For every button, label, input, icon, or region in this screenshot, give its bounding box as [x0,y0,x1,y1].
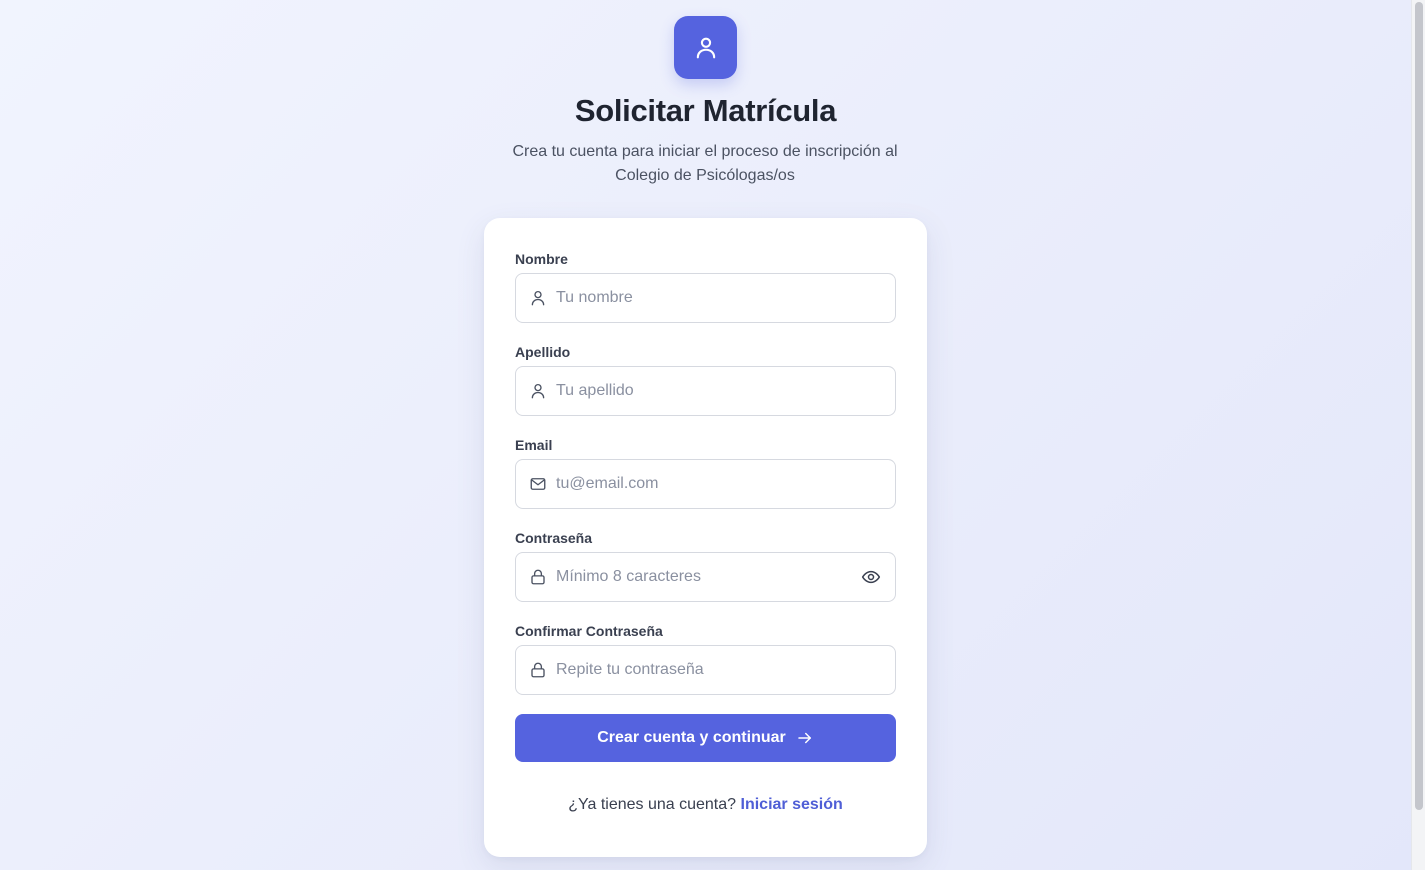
lock-icon [528,567,548,587]
last-name-label: Apellido [515,344,571,360]
create-account-button-label: Crear cuenta y continuar [597,729,786,746]
confirm-password-label: Confirmar Contraseña [515,623,663,639]
vertical-scrollbar[interactable] [1411,0,1425,870]
user-icon [528,288,548,308]
scrollbar-thumb[interactable] [1415,2,1423,810]
last-name-input[interactable] [556,367,895,415]
first-name-input[interactable] [556,274,895,322]
page-subtitle: Crea tu cuenta para iniciar el proceso d… [512,143,898,184]
email-field[interactable] [515,459,896,509]
first-name-label: Nombre [515,251,568,267]
page: Solicitar Matrícula Crea tu cuenta para … [0,0,1411,870]
app-logo [674,16,737,79]
page-title: Solicitar Matrícula [574,93,837,128]
first-name-field[interactable] [515,273,896,323]
arrow-right-icon [798,732,811,744]
create-account-button[interactable]: Crear cuenta y continuar [515,714,896,762]
password-field[interactable] [515,552,896,602]
login-prompt: ¿Ya tienes una cuenta? Iniciar sesión [484,796,927,814]
user-icon [696,37,715,58]
show-password-eye-icon[interactable] [860,566,882,588]
last-name-field[interactable] [515,366,896,416]
email-label: Email [515,437,553,453]
lock-icon [528,660,548,680]
mail-icon [528,474,548,494]
confirm-password-field[interactable] [515,645,896,695]
login-link[interactable]: Iniciar sesión [741,796,843,813]
signup-card: Nombre Apellido Email [484,218,927,857]
password-input[interactable] [556,553,860,601]
email-input[interactable] [556,460,895,508]
user-icon [528,381,548,401]
confirm-password-input[interactable] [556,646,895,694]
password-label: Contraseña [515,530,593,546]
login-prompt-text: ¿Ya tienes una cuenta? [568,796,737,813]
